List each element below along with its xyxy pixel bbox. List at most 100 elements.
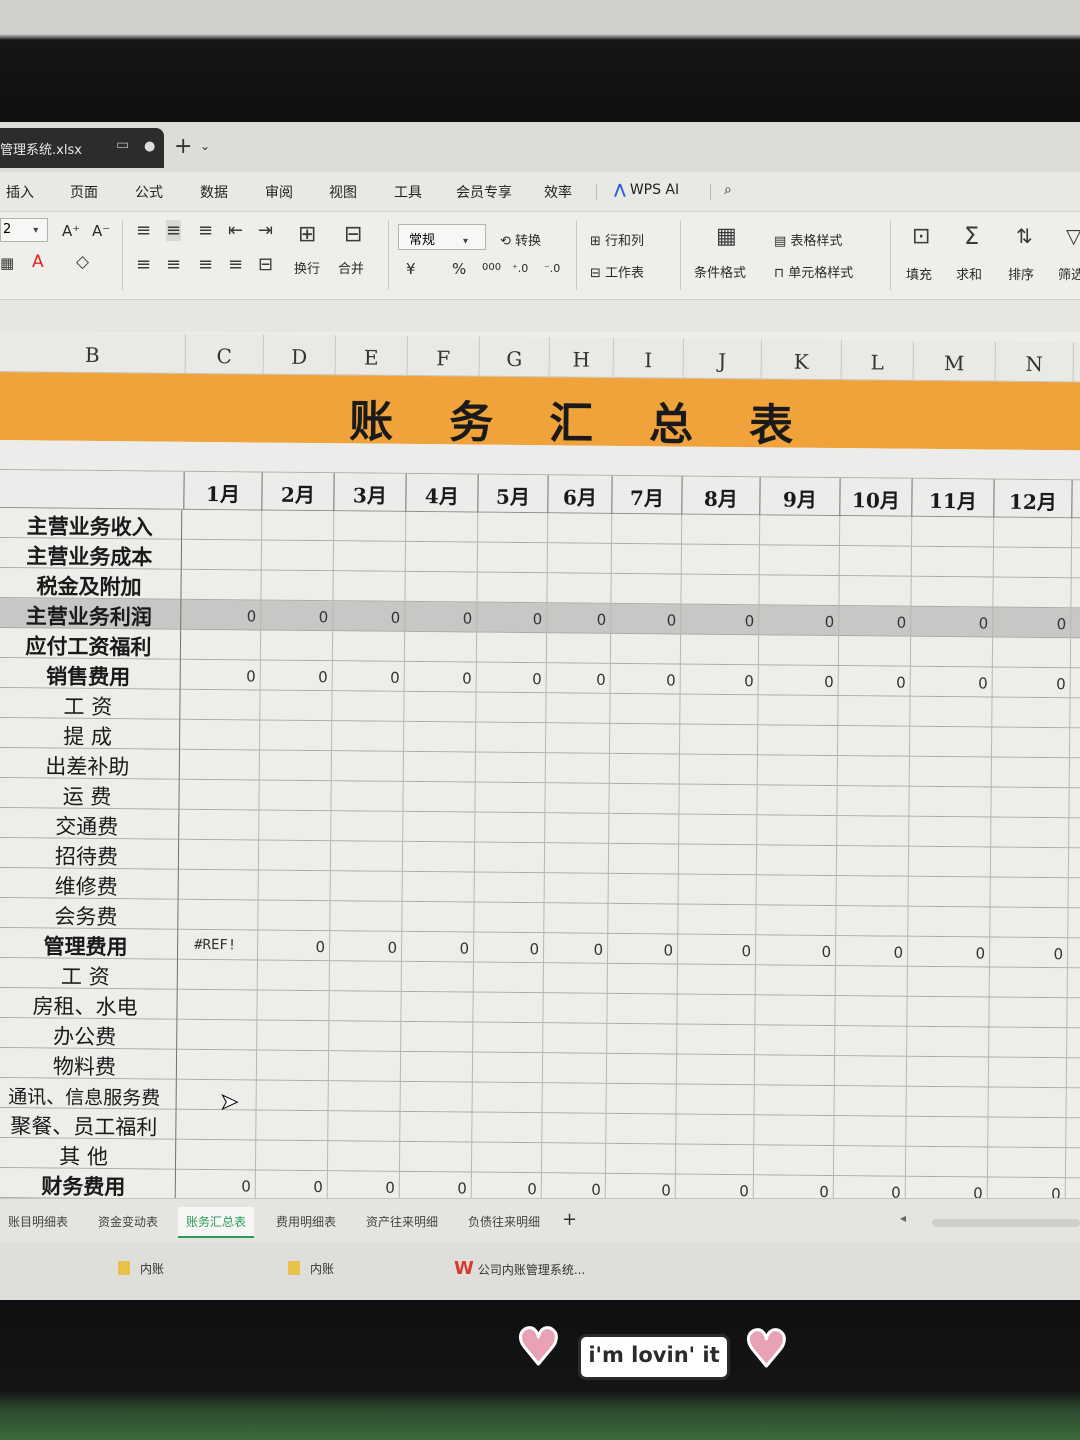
value-cell[interactable]	[677, 1024, 756, 1056]
value-cell[interactable]	[759, 575, 840, 607]
value-cell[interactable]: 0	[989, 937, 1069, 969]
value-cell[interactable]	[911, 546, 994, 578]
value-cell[interactable]	[836, 906, 909, 937]
value-cell[interactable]	[833, 1146, 907, 1177]
wrap-text-button[interactable]: 换行	[294, 258, 320, 277]
value-cell[interactable]	[476, 692, 547, 724]
value-cell[interactable]	[401, 1021, 474, 1053]
value-cell[interactable]	[400, 1081, 473, 1113]
value-cell[interactable]	[609, 723, 681, 755]
row-label-cell[interactable]: 出差补助	[0, 747, 180, 780]
value-cell[interactable]: 0	[473, 932, 545, 964]
value-cell[interactable]: 0	[329, 931, 403, 962]
value-cell[interactable]	[331, 811, 404, 842]
rows-columns-button[interactable]: ⊞ 行和列	[590, 230, 644, 249]
value-cell[interactable]	[474, 872, 545, 904]
value-cell[interactable]	[406, 511, 479, 543]
value-cell[interactable]	[542, 1113, 607, 1144]
column-header-l[interactable]: L	[841, 340, 914, 381]
value-cell[interactable]	[906, 1086, 989, 1118]
value-cell[interactable]	[676, 1084, 755, 1116]
value-cell[interactable]	[757, 815, 838, 847]
value-cell[interactable]	[608, 873, 679, 905]
value-cell[interactable]	[988, 1087, 1067, 1119]
value-cell[interactable]	[608, 843, 680, 875]
month-header-cell[interactable]: 6月	[548, 475, 613, 514]
worksheet-button[interactable]: ⊟ 工作表	[590, 262, 644, 281]
value-cell[interactable]	[836, 846, 910, 877]
value-cell[interactable]	[993, 547, 1072, 579]
value-cell[interactable]	[405, 541, 479, 573]
value-cell[interactable]	[609, 753, 680, 785]
sheet-tab[interactable]: 账目明细表	[0, 1207, 76, 1236]
value-cell[interactable]	[403, 721, 477, 753]
value-cell[interactable]	[837, 816, 910, 847]
value-cell[interactable]	[178, 1049, 258, 1081]
value-cell[interactable]	[403, 811, 476, 843]
value-cell[interactable]	[606, 1083, 677, 1115]
value-cell[interactable]	[184, 509, 263, 541]
value-cell[interactable]: 0	[546, 663, 611, 694]
row-label-cell[interactable]: 提 成	[0, 717, 181, 750]
monitor-icon[interactable]: ▭	[116, 137, 129, 153]
value-cell[interactable]	[179, 1019, 258, 1051]
value-cell[interactable]	[258, 900, 331, 932]
value-cell[interactable]	[260, 690, 333, 722]
value-cell[interactable]	[677, 964, 756, 996]
value-cell[interactable]	[330, 841, 404, 872]
value-cell[interactable]	[907, 996, 990, 1028]
value-cell[interactable]	[474, 842, 546, 874]
align-middle-icon[interactable]: ≡	[166, 220, 182, 241]
value-cell[interactable]: 0	[333, 601, 406, 632]
value-cell[interactable]	[607, 993, 678, 1025]
month-header-cell[interactable]: 12月	[994, 479, 1073, 519]
value-cell[interactable]	[546, 633, 612, 664]
value-cell[interactable]	[910, 636, 994, 668]
align-left-icon[interactable]: ≡	[136, 254, 151, 275]
decrease-decimal-button[interactable]: ⁻.0	[544, 262, 560, 275]
value-cell[interactable]: 0	[404, 661, 477, 693]
value-cell[interactable]	[403, 781, 476, 813]
value-cell[interactable]	[542, 1053, 608, 1084]
conditional-format-button[interactable]: 条件格式	[694, 262, 746, 281]
wps-ai-button[interactable]: ⋀ WPS AI	[614, 182, 679, 198]
value-cell[interactable]	[757, 755, 838, 787]
value-cell[interactable]: 0	[838, 666, 911, 697]
value-cell[interactable]	[547, 543, 612, 574]
value-cell[interactable]	[988, 1117, 1067, 1149]
justify-icon[interactable]: ≡	[228, 254, 243, 275]
value-cell[interactable]	[255, 1140, 329, 1172]
row-label-cell[interactable]: 会务费	[0, 897, 179, 930]
value-cell[interactable]	[543, 1023, 608, 1054]
column-header-c[interactable]: C	[185, 333, 264, 375]
sheet-tab[interactable]: 费用明细表	[268, 1207, 344, 1236]
value-cell[interactable]	[992, 697, 1071, 729]
value-cell[interactable]	[473, 1022, 544, 1054]
value-cell[interactable]	[475, 752, 546, 784]
month-header-cell[interactable]: 10月	[840, 478, 913, 517]
value-cell[interactable]	[400, 1051, 474, 1083]
row-label-cell[interactable]: 运 费	[0, 777, 180, 810]
value-cell[interactable]	[259, 810, 332, 842]
value-cell[interactable]	[990, 907, 1069, 939]
value-cell[interactable]	[911, 576, 994, 608]
value-cell[interactable]	[839, 516, 913, 547]
value-cell[interactable]	[610, 633, 682, 665]
value-cell[interactable]	[758, 695, 839, 727]
cell-style-button[interactable]: ⊓ 单元格样式	[774, 262, 853, 281]
value-cell[interactable]	[988, 1057, 1068, 1089]
value-cell[interactable]	[838, 696, 911, 727]
value-cell[interactable]	[472, 1112, 543, 1144]
row-label-cell[interactable]: 主营业务成本	[0, 537, 183, 570]
value-cell[interactable]	[331, 781, 404, 812]
value-cell[interactable]	[475, 782, 546, 814]
taskbar-item[interactable]: W 公司内账管理系统...	[454, 1258, 585, 1279]
value-cell[interactable]	[610, 693, 681, 725]
value-cell[interactable]	[679, 814, 758, 846]
fill-icon[interactable]: ⊡	[912, 224, 930, 249]
month-header-cell[interactable]: 1月	[184, 471, 263, 511]
value-cell[interactable]	[178, 1109, 257, 1141]
value-cell[interactable]	[259, 780, 332, 812]
value-cell[interactable]	[605, 1143, 677, 1175]
column-header-g[interactable]: G	[479, 336, 550, 378]
